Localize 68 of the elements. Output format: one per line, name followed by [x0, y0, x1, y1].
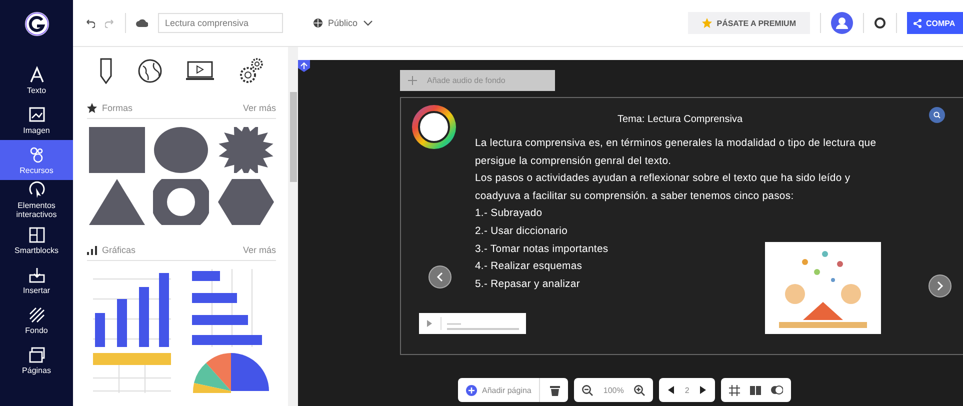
- starburst-shape[interactable]: [218, 127, 274, 173]
- previous-page-icon[interactable]: [666, 386, 675, 394]
- nav-item[interactable]: Smartblocks: [0, 220, 73, 260]
- share-button[interactable]: COMPA: [907, 12, 963, 34]
- visibility-selector[interactable]: Público: [313, 18, 373, 28]
- trash-icon[interactable]: [550, 384, 560, 396]
- columns-icon[interactable]: [750, 386, 762, 394]
- list-item: 3.- Tomar notas importantes: [475, 242, 610, 257]
- overlap-icon[interactable]: [771, 385, 784, 395]
- star-icon: [87, 103, 97, 113]
- ring-shape[interactable]: [153, 179, 210, 225]
- nav-item[interactable]: Páginas: [0, 340, 73, 380]
- circles-icon: [28, 146, 46, 164]
- chevron-icon: [362, 20, 373, 26]
- pages-icon: [28, 346, 46, 364]
- see-more-link[interactable]: Ver más: [242, 103, 276, 113]
- cursor-icon: [28, 181, 46, 199]
- logo-icon: [24, 10, 50, 36]
- text-icon: [28, 66, 46, 84]
- insert-icon: [28, 266, 46, 284]
- premium-button[interactable]: PÁSATE A PREMIUM: [688, 12, 810, 34]
- nav-item[interactable]: Recursos: [0, 140, 73, 180]
- zoom-out-icon[interactable]: [582, 384, 594, 396]
- circle-shape[interactable]: [153, 127, 210, 173]
- image-icon: [28, 106, 46, 124]
- slide-paragraph: La lectura comprensiva es, en términos generales la modalidad o tipo de lectura que persigue la comprensión genral del texto.: [475, 137, 878, 169]
- search-icon[interactable]: [929, 107, 945, 123]
- slide-title: Tema: Lectura Comprensiva: [616, 113, 744, 127]
- undo-icon[interactable]: [85, 18, 95, 28]
- nav-item[interactable]: Texto: [0, 60, 73, 100]
- nav-item[interactable]: Insertar: [0, 260, 73, 300]
- blocks-icon: [28, 226, 46, 244]
- pencil-icon: [98, 58, 113, 84]
- nav-item[interactable]: Imagen: [0, 100, 73, 140]
- cloud-icon: [136, 19, 148, 27]
- pie-chart-thumbnail[interactable]: [192, 353, 270, 393]
- page-number: 2: [684, 386, 690, 394]
- list-item: 5.- Repasar y analizar: [475, 278, 581, 292]
- gears-icon: [238, 58, 264, 84]
- plus-circle-icon: [466, 384, 477, 396]
- zoom-in-icon[interactable]: [634, 384, 645, 396]
- list-item: 1.- Subrayado: [475, 207, 544, 222]
- grid-icon[interactable]: [729, 384, 740, 396]
- plus-icon: [408, 76, 417, 85]
- hatch-icon: [28, 306, 46, 324]
- next-icon[interactable]: [928, 274, 952, 298]
- title-field[interactable]: Lectura comprensiva: [158, 13, 283, 33]
- triangle-shape[interactable]: [89, 179, 146, 225]
- list-item: 2.- Usar diccionario: [475, 224, 569, 239]
- see-more-link[interactable]: Ver más: [242, 245, 276, 255]
- list-item: 4.- Realizar esquemas: [475, 260, 584, 274]
- video-player-icon: [186, 61, 214, 81]
- slide-paragraph: Los pasos o actividades ayudan a reflexionar sobre el texto que ha sido leído y coadyuva a facilitar su comprensión. a saber tenemos cinco pasos:: [475, 172, 852, 204]
- share-icon: [913, 18, 922, 28]
- section-title: Gráficas: [102, 245, 136, 255]
- scrollbar[interactable]: [288, 47, 298, 406]
- color-wheel-icon: [411, 104, 457, 150]
- nav-item[interactable]: Elementos interactivos: [0, 180, 73, 220]
- avatar-icon[interactable]: [831, 12, 853, 34]
- section-title: Formas: [102, 103, 133, 113]
- star-icon: [702, 18, 712, 28]
- zoom-level: 100%: [603, 386, 624, 394]
- table-thumbnail[interactable]: [92, 353, 171, 393]
- previous-icon[interactable]: [428, 265, 452, 289]
- next-page-icon[interactable]: [699, 386, 708, 394]
- nav-item[interactable]: Fondo: [0, 300, 73, 340]
- bar-chart-icon: [87, 245, 97, 255]
- hexagon-shape[interactable]: [218, 179, 274, 225]
